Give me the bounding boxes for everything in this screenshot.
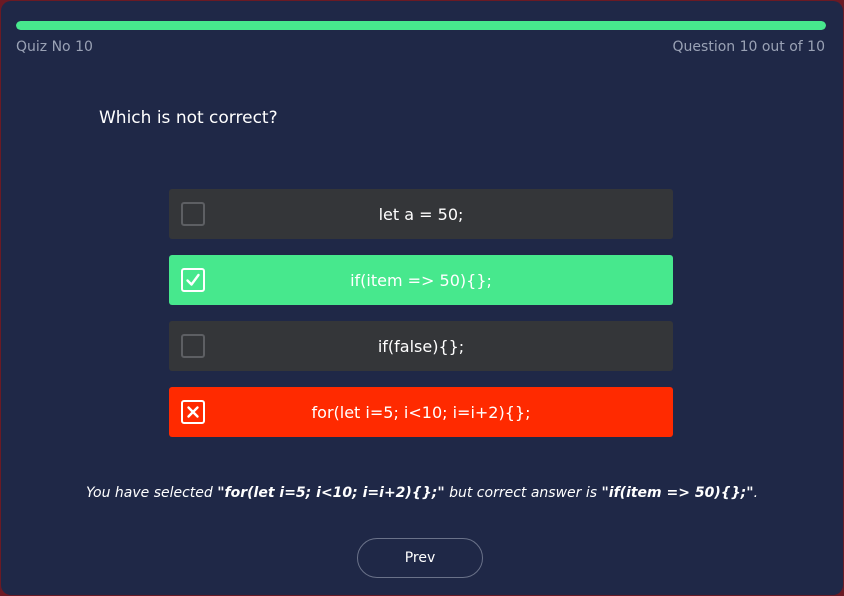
option-label: let a = 50; <box>378 204 464 224</box>
options-list: let a = 50; if(item => 50){}; if(false){… <box>169 189 673 453</box>
option-3[interactable]: if(false){}; <box>169 321 673 371</box>
option-1[interactable]: let a = 50; <box>169 189 673 239</box>
feedback-selected-answer: "for(let i=5; i<10; i=i+2){};" <box>217 485 445 501</box>
prev-button[interactable]: Prev <box>357 538 483 578</box>
feedback-middle: but correct answer is <box>444 485 602 501</box>
quiz-card: Quiz No 10 Question 10 out of 10 Which i… <box>1 1 843 595</box>
feedback-prefix: You have selected <box>85 485 218 501</box>
question-counter: Question 10 out of 10 <box>672 39 825 55</box>
progress-fill <box>16 21 826 30</box>
answer-feedback: You have selected "for(let i=5; i<10; i=… <box>1 485 843 501</box>
quiz-number: Quiz No 10 <box>16 39 93 55</box>
feedback-correct-answer: "if(item => 50){};" <box>601 485 754 501</box>
option-label: for(let i=5; i<10; i=i+2){}; <box>311 402 531 422</box>
feedback-suffix: . <box>753 485 759 501</box>
question-text: Which is not correct? <box>99 108 278 128</box>
option-label: if(item => 50){}; <box>350 270 492 290</box>
progress-bar <box>16 21 826 30</box>
option-label: if(false){}; <box>377 336 465 356</box>
option-2[interactable]: if(item => 50){}; <box>169 255 673 305</box>
option-4[interactable]: for(let i=5; i<10; i=i+2){}; <box>169 387 673 437</box>
